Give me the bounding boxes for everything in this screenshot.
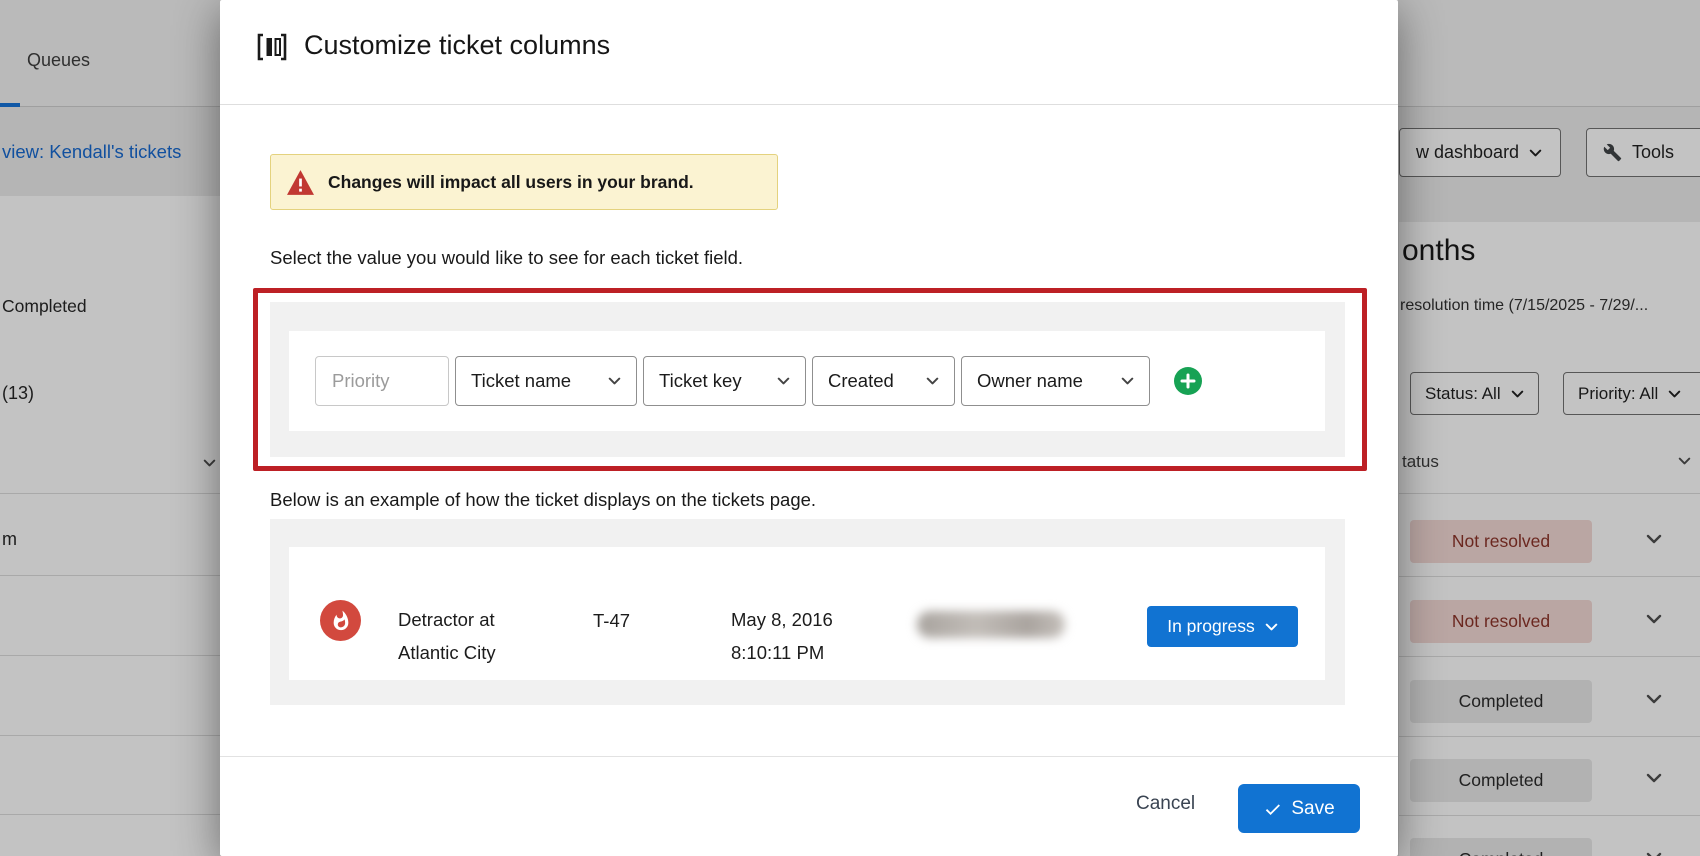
check-icon (1263, 799, 1282, 818)
customize-columns-modal: Customize ticket columns Changes will im… (220, 0, 1398, 856)
ticket-name-line1: Detractor at (398, 603, 496, 636)
cancel-button[interactable]: Cancel (1136, 793, 1195, 815)
example-ticket-row: Detractor at Atlantic City T-47 May 8, 2… (289, 547, 1325, 680)
red-annotation-box (253, 288, 1367, 471)
example-ticket-name: Detractor at Atlantic City (398, 603, 496, 669)
save-button[interactable]: Save (1238, 784, 1360, 833)
modal-title: Customize ticket columns (304, 30, 610, 61)
example-caption: Below is an example of how the ticket di… (270, 489, 816, 511)
warning-triangle-icon (287, 170, 314, 195)
priority-indicator (320, 600, 361, 641)
instruction-text: Select the value you would like to see f… (270, 247, 743, 269)
in-progress-label: In progress (1167, 616, 1255, 637)
example-ticket-created: May 8, 2016 8:10:11 PM (731, 603, 833, 669)
created-time: 8:10:11 PM (731, 636, 833, 669)
warning-banner: Changes will impact all users in your br… (270, 154, 778, 210)
ticket-name-line2: Atlantic City (398, 636, 496, 669)
save-button-label: Save (1291, 798, 1334, 820)
created-date: May 8, 2016 (731, 603, 833, 636)
in-progress-status-button[interactable]: In progress (1147, 606, 1298, 647)
screen: Queues view: Kendall's tickets w dashboa… (0, 0, 1700, 856)
header-divider (220, 104, 1398, 105)
columns-icon (256, 32, 288, 62)
example-ticket-key: T-47 (593, 610, 630, 632)
footer-divider (220, 756, 1398, 757)
owner-name-redacted (917, 611, 1065, 638)
warning-text: Changes will impact all users in your br… (328, 172, 694, 193)
flame-icon (330, 610, 352, 632)
chevron-down-icon (1265, 623, 1278, 631)
